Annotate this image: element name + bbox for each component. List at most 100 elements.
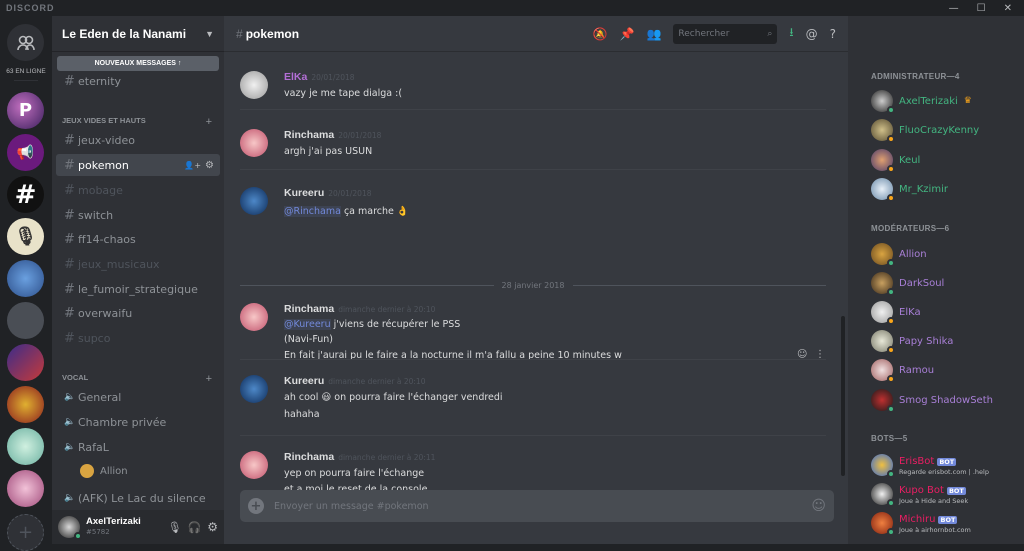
user-mention[interactable]: @Rinchama bbox=[284, 206, 341, 217]
message-text: (Navi-Fun) bbox=[284, 334, 334, 345]
member-item[interactable]: ElKa bbox=[871, 300, 1021, 325]
settings-gear-icon[interactable]: ⚙ bbox=[207, 520, 218, 534]
headphones-icon[interactable]: 🎧 bbox=[188, 521, 202, 534]
gear-icon[interactable]: ⚙ bbox=[205, 160, 214, 171]
message-text: j'viens de récupérer le PSS bbox=[333, 319, 461, 330]
minimize-icon[interactable]: — bbox=[949, 3, 959, 14]
avatar[interactable] bbox=[240, 71, 268, 99]
maximize-icon[interactable]: ☐ bbox=[977, 3, 986, 14]
server-icon-2[interactable]: 📢 bbox=[7, 134, 44, 171]
mention-icon[interactable]: @ bbox=[806, 27, 818, 41]
user-mention[interactable]: @Kureeru bbox=[284, 319, 331, 330]
member-item[interactable]: ErisBot BOT Regarde erisbot.com | .help bbox=[871, 452, 1021, 478]
channel-mobage[interactable]: # mobage bbox=[56, 179, 220, 201]
avatar[interactable] bbox=[240, 451, 268, 479]
member-item[interactable]: Ramou bbox=[871, 358, 1021, 383]
speaker-icon: 🔈 bbox=[64, 392, 76, 402]
avatar bbox=[871, 512, 895, 536]
server-icon-6[interactable] bbox=[7, 302, 44, 339]
channel-switch[interactable]: # switch bbox=[56, 204, 220, 226]
avatar[interactable] bbox=[58, 516, 82, 540]
channel-name: le_fumoir_strategique bbox=[78, 282, 198, 296]
member-item[interactable]: Papy Shika bbox=[871, 329, 1021, 354]
voice-afk[interactable]: 🔈 (AFK) Le Lac du silence bbox=[56, 487, 220, 509]
server-icon-1[interactable]: P bbox=[7, 92, 44, 129]
avatar[interactable] bbox=[240, 187, 268, 215]
message-composer[interactable]: + Envoyer un message #pokemon ☺ bbox=[240, 490, 834, 522]
message-author[interactable]: Rinchama bbox=[284, 451, 334, 463]
add-channel-icon[interactable]: + bbox=[206, 116, 212, 128]
app-brand: DISCORD bbox=[6, 3, 55, 13]
channel-jeux-musicaux[interactable]: # jeux_musicaux bbox=[56, 253, 220, 275]
avatar bbox=[871, 483, 895, 507]
guild-header[interactable]: Le Eden de la Nanami ▼ bbox=[52, 16, 224, 52]
microphone-icon[interactable]: 🎙 bbox=[168, 521, 182, 534]
voice-rafal[interactable]: 🔈 RafaL bbox=[56, 436, 220, 458]
channel-name: jeux_musicaux bbox=[78, 257, 160, 271]
avatar[interactable] bbox=[240, 375, 268, 403]
member-item[interactable]: Mr_Kzimir bbox=[871, 177, 1021, 202]
add-channel-icon[interactable]: + bbox=[206, 373, 212, 385]
server-icon-3[interactable]: # bbox=[7, 176, 44, 213]
upload-plus-icon[interactable]: + bbox=[248, 498, 264, 514]
server-icon-4[interactable]: 🎙 bbox=[7, 218, 44, 255]
user-tag: #5782 bbox=[86, 528, 110, 536]
message-author[interactable]: Rinchama bbox=[284, 129, 334, 141]
message-text: ça marche 👌 bbox=[343, 206, 409, 217]
invite-icon[interactable]: 👤+ bbox=[184, 161, 201, 170]
header-toolbar: 🔕 📌 👥 Rechercher ⌕ ⭳ @ ? bbox=[593, 23, 836, 44]
category-jeux[interactable]: JEUX VIDES ET HAUTS + bbox=[56, 116, 220, 128]
search-input[interactable]: Rechercher ⌕ bbox=[673, 23, 778, 44]
hash-icon: # bbox=[64, 132, 75, 148]
server-icon-7[interactable] bbox=[7, 344, 44, 381]
channel-eternity[interactable]: # eternity bbox=[56, 70, 220, 92]
new-messages-banner[interactable]: NOUVEAUX MESSAGES ↑ bbox=[57, 56, 219, 71]
member-name: Keul bbox=[899, 154, 921, 166]
channel-jeux-video[interactable]: # jeux-video bbox=[56, 129, 220, 151]
member-item[interactable]: Keul bbox=[871, 148, 1021, 173]
message-author[interactable]: Kureeru bbox=[284, 375, 324, 387]
message-author[interactable]: Kureeru bbox=[284, 187, 324, 199]
server-icon-5[interactable] bbox=[7, 260, 44, 297]
server-icon-10[interactable] bbox=[7, 470, 44, 507]
channel-supco[interactable]: # supco bbox=[56, 327, 220, 349]
member-item[interactable]: Allion bbox=[871, 242, 1021, 267]
scrollbar[interactable] bbox=[841, 316, 845, 476]
channel-ff14-chaos[interactable]: # ff14-chaos bbox=[56, 228, 220, 250]
channel-sidebar: Le Eden de la Nanami ▼ NOUVEAUX MESSAGES… bbox=[52, 16, 224, 544]
channel-pokemon[interactable]: # pokemon 👤+ ⚙ bbox=[56, 154, 220, 176]
voice-chambre-privee[interactable]: 🔈 Chambre privée bbox=[56, 411, 220, 433]
message-timestamp: dimanche dernier à 20:10 bbox=[328, 377, 426, 386]
member-item[interactable]: FluoCrazyKenny bbox=[871, 118, 1021, 143]
member-item[interactable]: Smog ShadowSeth bbox=[871, 388, 1021, 413]
member-item[interactable]: Kupo Bot BOT Joue à Hide and Seek bbox=[871, 481, 1021, 507]
avatar[interactable] bbox=[240, 303, 268, 331]
channel-overwaifu[interactable]: # overwaifu bbox=[56, 302, 220, 324]
emoji-icon[interactable]: ☺ bbox=[811, 498, 826, 514]
voice-general[interactable]: 🔈 General bbox=[56, 386, 220, 408]
avatar[interactable] bbox=[240, 129, 268, 157]
mute-bell-icon[interactable]: 🔕 bbox=[593, 27, 608, 41]
close-icon[interactable]: ✕ bbox=[1004, 3, 1012, 14]
message-author[interactable]: Rinchama bbox=[284, 303, 334, 315]
hash-icon: # bbox=[64, 157, 75, 173]
avatar bbox=[871, 243, 895, 267]
member-item[interactable]: DarkSoul bbox=[871, 271, 1021, 296]
message-author[interactable]: ElKa bbox=[284, 71, 307, 83]
member-item[interactable]: Michiru BOT Joue à airhornbot.com bbox=[871, 510, 1021, 536]
server-icon-9[interactable] bbox=[7, 428, 44, 465]
friends-home-button[interactable] bbox=[7, 24, 44, 61]
user-name: AxelTerizaki bbox=[86, 516, 141, 527]
add-server-button[interactable]: + bbox=[7, 514, 44, 551]
composer-placeholder[interactable]: Envoyer un message #pokemon bbox=[274, 501, 801, 512]
category-vocal[interactable]: VOCAL + bbox=[56, 373, 220, 385]
channel-le-fumoir[interactable]: # le_fumoir_strategique bbox=[56, 278, 220, 300]
pin-icon[interactable]: 📌 bbox=[620, 27, 635, 41]
help-icon[interactable]: ? bbox=[830, 27, 836, 41]
member-list-icon[interactable]: 👥 bbox=[646, 27, 661, 41]
voice-user-allion[interactable]: Allion bbox=[56, 460, 220, 482]
server-icon-8[interactable] bbox=[7, 386, 44, 423]
member-item[interactable]: AxelTerizaki ♛ bbox=[871, 89, 1021, 114]
channel-name: supco bbox=[78, 331, 111, 345]
download-icon[interactable]: ⭳ bbox=[789, 23, 793, 44]
